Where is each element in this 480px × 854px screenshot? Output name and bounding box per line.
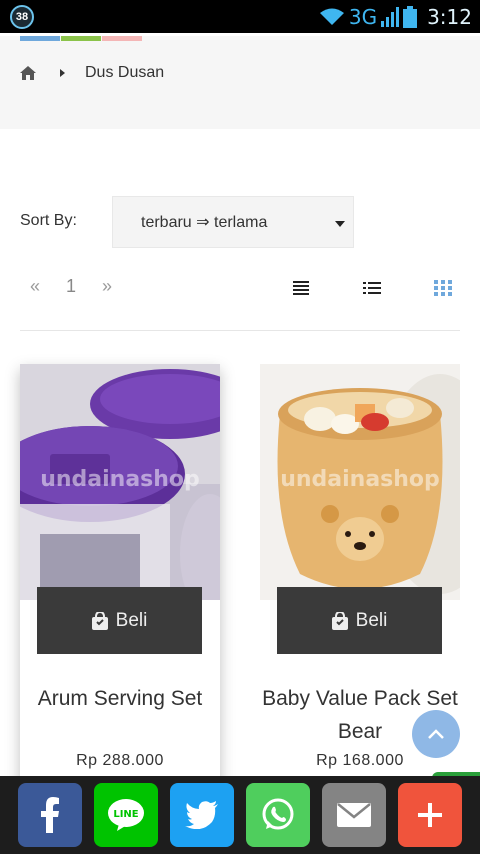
sort-selected-value: terbaru ⇒ terlama (141, 214, 268, 231)
shopping-bag-icon (331, 611, 348, 630)
product-price: Rp 288.000 (76, 752, 164, 769)
email-share-button[interactable] (322, 783, 386, 847)
line-icon: LINE (108, 799, 144, 831)
whatsapp-share-button[interactable] (246, 783, 310, 847)
twitter-share-button[interactable] (170, 783, 234, 847)
product-image[interactable]: undainashop (260, 364, 460, 600)
share-bar: LINE (0, 776, 480, 854)
product-image[interactable]: undainashop (20, 364, 220, 600)
chevron-up-icon (428, 729, 444, 739)
facebook-share-button[interactable] (18, 783, 82, 847)
divider (20, 330, 460, 331)
signal-icon (381, 7, 400, 27)
wifi-icon (319, 8, 344, 25)
clock: 3:12 (427, 5, 472, 29)
buy-button[interactable]: Beli (37, 587, 202, 654)
view-compact-list-icon[interactable] (292, 280, 310, 296)
facebook-icon (41, 797, 59, 833)
pagination: « 1 » (30, 276, 112, 297)
product-card[interactable]: undainashop Beli Arum Serving Set Rp 288… (20, 364, 220, 784)
home-icon[interactable] (20, 66, 36, 80)
network-type: 3G (348, 5, 378, 29)
breadcrumb-area (0, 36, 480, 129)
product-image-serving-set: undainashop (20, 364, 220, 600)
breadcrumb-separator-icon (60, 69, 65, 77)
pagination-page[interactable]: 1 (66, 276, 76, 297)
pagination-prev[interactable]: « (30, 276, 40, 297)
breadcrumb-current: Dus Dusan (85, 64, 165, 81)
buy-label: Beli (355, 609, 388, 631)
notification-badge: 38 (10, 5, 34, 29)
more-share-button[interactable] (398, 783, 462, 847)
scroll-to-top-button[interactable] (412, 710, 460, 758)
product-name[interactable]: Arum Serving Set (20, 682, 220, 715)
buy-label: Beli (115, 609, 148, 631)
svg-text:undainashop: undainashop (40, 467, 200, 492)
twitter-icon (185, 801, 218, 829)
svg-text:LINE: LINE (113, 809, 138, 820)
mail-icon (337, 803, 371, 827)
status-bar: 38 3G 3:12 (0, 0, 480, 33)
pagination-next[interactable]: » (102, 276, 112, 297)
battery-icon (403, 6, 418, 28)
status-icons: 3G 3:12 (319, 4, 472, 30)
plus-icon (418, 803, 442, 827)
svg-text:undainashop: undainashop (280, 467, 440, 492)
chevron-down-icon (335, 221, 345, 227)
buy-button[interactable]: Beli (277, 587, 442, 654)
sort-select[interactable]: terbaru ⇒ terlama (112, 196, 354, 248)
sort-label: Sort By: (20, 212, 77, 229)
accent-strip-blue (20, 36, 60, 41)
accent-strips (20, 36, 142, 41)
view-toggles (292, 280, 452, 296)
line-share-button[interactable]: LINE (94, 783, 158, 847)
accent-strip-green (61, 36, 101, 41)
breadcrumb: Dus Dusan (20, 64, 164, 82)
view-list-icon[interactable] (363, 280, 381, 296)
shopping-bag-icon (91, 611, 108, 630)
whatsapp-icon (262, 798, 294, 830)
view-grid-icon[interactable] (434, 280, 452, 296)
accent-strip-pink (102, 36, 142, 41)
product-image-baby-bear: undainashop (260, 364, 460, 600)
